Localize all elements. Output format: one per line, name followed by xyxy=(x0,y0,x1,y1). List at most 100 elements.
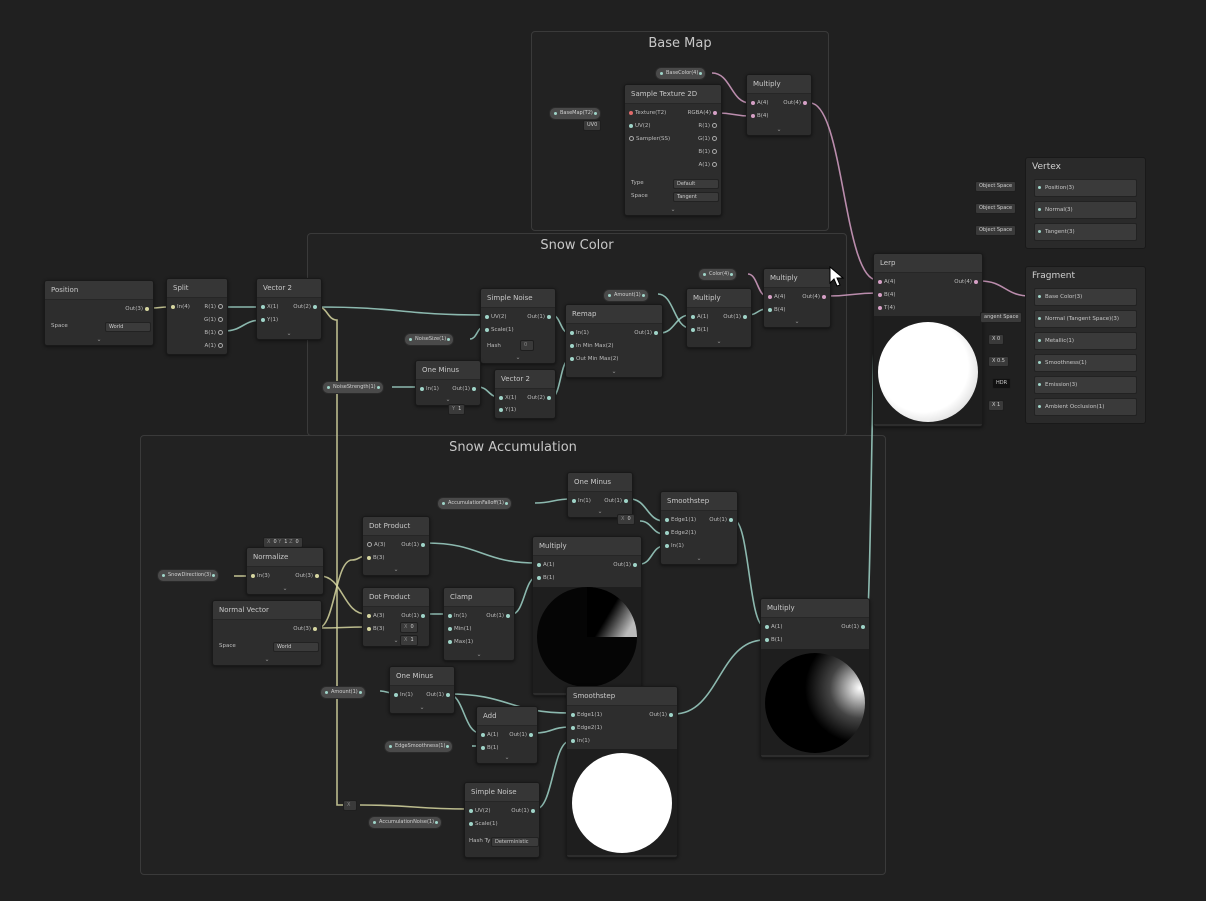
node-one-minus[interactable]: One Minus In(1) Out(1) ⌄ xyxy=(415,360,481,406)
vertex-block-position[interactable]: Position(3) xyxy=(1034,179,1137,197)
slot-max[interactable]: Max(1) xyxy=(446,638,473,646)
slot-out[interactable]: Out(1) xyxy=(723,313,749,321)
uv-input[interactable]: UV0 xyxy=(583,120,602,131)
slot-a[interactable]: A(1) xyxy=(535,561,555,569)
property-color[interactable]: Color(4) xyxy=(698,268,738,281)
slot-out[interactable]: Out(1) xyxy=(613,561,639,569)
expand-chevron-icon[interactable]: ⌄ xyxy=(444,651,514,659)
slot-a[interactable]: A(1) xyxy=(204,342,225,350)
slot-edge1[interactable]: Edge1(1) xyxy=(663,516,696,524)
property-accumulation-noise[interactable]: AccumulationNoise(1) xyxy=(368,816,443,829)
slot-a[interactable]: A(1) xyxy=(479,731,499,739)
slot-out[interactable]: Out(3) xyxy=(125,305,151,313)
slot-in[interactable]: In(4) xyxy=(169,303,190,311)
slot-in[interactable]: In(1) xyxy=(446,612,467,620)
node-vector2-b[interactable]: Vector 2 X(1) Y(1) Out(2) xyxy=(494,369,556,419)
expand-chevron-icon[interactable]: ⌄ xyxy=(566,368,662,376)
expand-chevron-icon[interactable]: ⌄ xyxy=(481,354,555,362)
slot-out[interactable]: Out(1) xyxy=(709,516,735,524)
slot-b[interactable]: B(4) xyxy=(766,306,786,314)
slot-g[interactable]: G(1) xyxy=(204,316,225,324)
property-accumulation-falloff[interactable]: AccumulationFalloff(1) xyxy=(437,497,512,510)
slot-b[interactable]: B(1) xyxy=(535,574,555,582)
node-multiply-acc[interactable]: Multiply A(1) B(1) Out(1) xyxy=(532,536,642,696)
slot-sampler[interactable]: Sampler(SS) xyxy=(627,135,670,143)
vertex-normal-space[interactable]: Object Space xyxy=(975,203,1017,214)
slot-out[interactable]: Out(1) xyxy=(509,731,535,739)
slot-a[interactable]: A(1) xyxy=(698,161,719,169)
slot-r[interactable]: R(1) xyxy=(204,303,225,311)
slot-x[interactable]: X(1) xyxy=(497,394,517,402)
space-dropdown[interactable]: World xyxy=(105,322,151,332)
slot-x[interactable]: X(1) xyxy=(259,303,279,311)
property-edge-smoothness[interactable]: EdgeSmoothness(1) xyxy=(384,740,454,753)
fragment-smoothness-input[interactable]: X 0.5 xyxy=(988,356,1009,367)
slot-in[interactable]: In(3) xyxy=(249,572,270,580)
slot-b[interactable]: B(3) xyxy=(365,554,385,562)
expand-chevron-icon[interactable]: ⌄ xyxy=(257,330,321,338)
vector-y-input[interactable]: Y1 xyxy=(448,404,466,415)
clamp-min-input[interactable]: X0 xyxy=(400,622,418,633)
node-multiply-base[interactable]: Multiply A(4) B(4) Out(4) ⌄ xyxy=(746,74,812,136)
slot-in[interactable]: In(1) xyxy=(569,737,590,745)
slot-uv[interactable]: UV(2) xyxy=(483,313,507,321)
slot-a[interactable]: A(4) xyxy=(876,278,896,286)
expand-chevron-icon[interactable]: ⌄ xyxy=(661,555,737,563)
slot-scale[interactable]: Scale(1) xyxy=(483,326,514,334)
slot-out[interactable]: Out(3) xyxy=(293,625,319,633)
slot-out[interactable]: Out(1) xyxy=(401,541,427,549)
slot-t[interactable]: T(4) xyxy=(876,304,895,312)
fragment-metallic-input[interactable]: X 0 xyxy=(988,334,1005,345)
slot-b[interactable]: B(1) xyxy=(698,148,719,156)
slot-in[interactable]: In(1) xyxy=(663,542,684,550)
clamp-max-input[interactable]: X1 xyxy=(400,635,418,646)
slot-texture[interactable]: Texture(T2) xyxy=(627,109,666,117)
node-remap[interactable]: Remap In(1) In Min Max(2) Out Min Max(2)… xyxy=(565,304,663,378)
vertex-position-space[interactable]: Object Space xyxy=(975,181,1017,192)
slot-a[interactable]: A(4) xyxy=(766,293,786,301)
expand-chevron-icon[interactable]: ⌄ xyxy=(45,336,153,344)
fragment-context[interactable]: Fragment Base Color(3) Normal (Tangent S… xyxy=(1025,266,1146,424)
node-simple-noise-b[interactable]: Simple Noise UV(2) Scale(1) Out(1) Hash … xyxy=(464,782,540,858)
slot-out[interactable]: Out(4) xyxy=(783,99,809,107)
slot-uv[interactable]: UV(2) xyxy=(467,807,491,815)
vertex-block-tangent[interactable]: Tangent(3) xyxy=(1034,223,1137,241)
smoothstep-edge-input[interactable]: X0 xyxy=(617,514,635,525)
fragment-emission-input[interactable]: HDR xyxy=(992,378,1012,389)
slot-a[interactable]: A(3) xyxy=(365,541,386,549)
slot-out[interactable]: Out(1) xyxy=(426,691,452,699)
node-dot-product[interactable]: Dot Product A(3) B(3) Out(1) ⌄ xyxy=(362,516,430,576)
node-clamp[interactable]: Clamp In(1) Min(1) Max(1) Out(1) ⌄ xyxy=(443,587,515,661)
slot-r[interactable]: R(1) xyxy=(698,122,719,130)
node-sample-texture-2d[interactable]: Sample Texture 2D Texture(T2) UV(2) Samp… xyxy=(624,84,722,216)
slot-out[interactable]: Out(1) xyxy=(452,385,478,393)
slot-out[interactable]: Out(4) xyxy=(954,278,980,286)
property-amount-b[interactable]: Amount(1) xyxy=(320,686,366,699)
property-noise-size[interactable]: NoiseSize(1) xyxy=(404,333,455,346)
fragment-normal-space[interactable]: angent Space xyxy=(980,312,1023,323)
slot-edge1[interactable]: Edge1(1) xyxy=(569,711,602,719)
slot-min[interactable]: Min(1) xyxy=(446,625,472,633)
node-lerp[interactable]: Lerp A(4) B(4) T(4) Out(4) xyxy=(873,253,983,427)
expand-chevron-icon[interactable]: ⌄ xyxy=(363,566,429,574)
expand-chevron-icon[interactable]: ⌄ xyxy=(764,318,830,326)
type-dropdown[interactable]: Default xyxy=(673,179,719,189)
expand-chevron-icon[interactable]: ⌄ xyxy=(416,396,480,404)
fragment-block-smoothness[interactable]: Smoothness(1) xyxy=(1034,354,1137,372)
slot-edge2[interactable]: Edge2(1) xyxy=(569,724,602,732)
slot-out[interactable]: Out(1) xyxy=(401,612,427,620)
node-split[interactable]: Split In(4) R(1) G(1) B(1) A(1) xyxy=(166,278,228,355)
node-normalize[interactable]: Normalize In(3) Out(3) ⌄ xyxy=(246,547,324,595)
node-add[interactable]: Add A(1) B(1) Out(1) ⌄ xyxy=(476,706,538,764)
expand-chevron-icon[interactable]: ⌄ xyxy=(363,637,429,645)
slot-scale[interactable]: Scale(1) xyxy=(467,820,498,828)
property-snow-direction[interactable]: SnowDirection(3) xyxy=(157,569,220,582)
expand-chevron-icon[interactable]: ⌄ xyxy=(747,126,811,134)
hash-x-input[interactable]: 0 xyxy=(520,340,535,351)
slot-in-min-max[interactable]: In Min Max(2) xyxy=(568,342,614,350)
slot-out[interactable]: Out(1) xyxy=(841,623,867,631)
slot-out-min-max[interactable]: Out Min Max(2) xyxy=(568,355,618,363)
slot-in[interactable]: In(1) xyxy=(570,497,591,505)
expand-chevron-icon[interactable]: ⌄ xyxy=(247,585,323,593)
property-base-map[interactable]: BaseMap(T2) xyxy=(549,107,601,120)
